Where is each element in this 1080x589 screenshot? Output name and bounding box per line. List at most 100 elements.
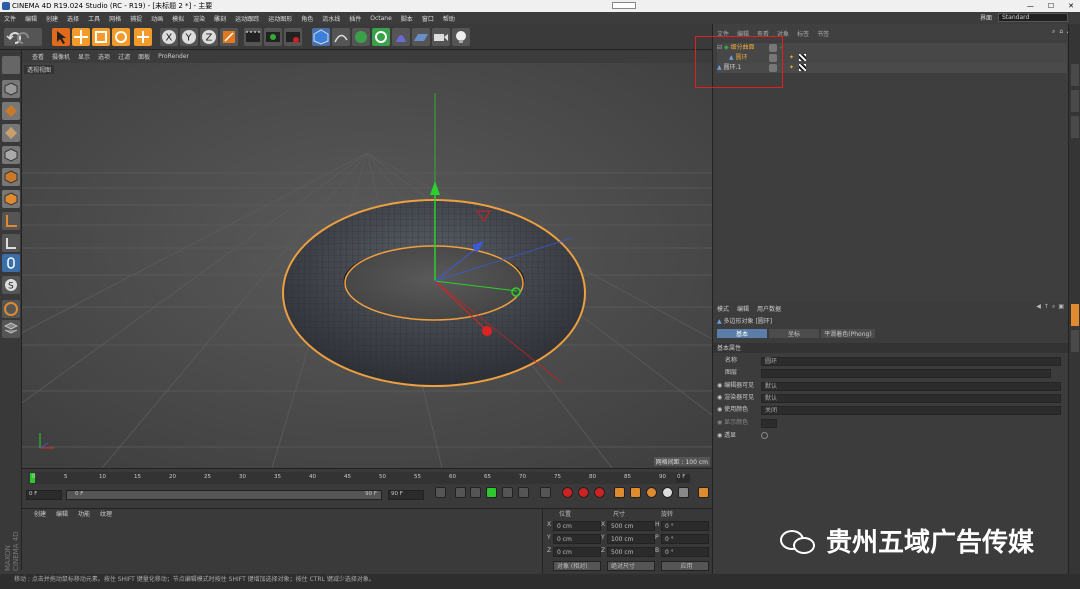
- next-frame-icon[interactable]: [502, 487, 513, 498]
- rot-h-field[interactable]: 0 °: [661, 521, 709, 531]
- spline-pen-icon[interactable]: [332, 28, 350, 46]
- om-tab-tags[interactable]: 标签: [797, 29, 809, 38]
- material-tag-icon[interactable]: [799, 54, 806, 61]
- timeline[interactable]: 0 5 10 15 20 25 30 35 40 45 50 55 60 65 …: [22, 468, 712, 508]
- coord-mode-select[interactable]: 对象 (相对): [553, 561, 601, 571]
- edges-mode-icon[interactable]: [2, 168, 20, 186]
- move-icon[interactable]: [72, 28, 90, 46]
- x-axis-icon[interactable]: X: [160, 28, 178, 46]
- size-x-field[interactable]: 500 cm: [607, 521, 655, 531]
- workplane-icon[interactable]: [2, 124, 20, 142]
- menu-plugins[interactable]: 插件: [349, 14, 361, 23]
- recent-tools-icon[interactable]: [134, 28, 152, 46]
- vp-menu-camera[interactable]: 摄像机: [52, 52, 70, 61]
- mat-tab-function[interactable]: 功能: [78, 509, 90, 518]
- pos-z-field[interactable]: 0 cm: [553, 547, 601, 557]
- radio-icon[interactable]: ◉: [717, 382, 722, 389]
- display-color-swatch[interactable]: [761, 419, 777, 428]
- pos-x-field[interactable]: 0 cm: [553, 521, 601, 531]
- maximize-icon[interactable]: ☐: [1048, 0, 1054, 12]
- side-tab-objects[interactable]: [1071, 64, 1079, 86]
- side-tab-layers[interactable]: [1071, 330, 1079, 352]
- render-settings-icon[interactable]: [284, 28, 302, 46]
- autokey-icon[interactable]: [578, 487, 589, 498]
- menu-edit[interactable]: 编辑: [25, 14, 37, 23]
- range-slider[interactable]: 0 F 90 F: [66, 490, 382, 500]
- enable-axis-icon[interactable]: [2, 212, 20, 230]
- back-arrow-icon[interactable]: ◀: [1036, 303, 1041, 311]
- phong-tag-icon[interactable]: ✦: [789, 53, 794, 63]
- tweak-icon[interactable]: [2, 234, 20, 252]
- menu-snap[interactable]: 捕捉: [130, 14, 142, 23]
- render-to-picture-viewer-icon[interactable]: [264, 28, 282, 46]
- radio-icon[interactable]: ◉: [717, 406, 722, 413]
- vp-menu-display[interactable]: 显示: [78, 52, 90, 61]
- menu-tools[interactable]: 工具: [88, 14, 100, 23]
- z-axis-icon[interactable]: Z: [200, 28, 218, 46]
- om-tab-bookmarks[interactable]: 书签: [817, 29, 829, 38]
- key-pla-icon[interactable]: [678, 487, 689, 498]
- menu-pipeline[interactable]: 流水线: [322, 14, 340, 23]
- attr-tab-edit[interactable]: 编辑: [737, 304, 749, 313]
- snap-icon[interactable]: S: [2, 276, 20, 294]
- layer-field[interactable]: [761, 369, 1051, 378]
- menu-mograph[interactable]: 运动图形: [268, 14, 292, 23]
- points-mode-icon[interactable]: [2, 146, 20, 164]
- menu-motion-tracking[interactable]: 运动跟踪: [235, 14, 259, 23]
- subtab-basic[interactable]: 基本: [717, 329, 767, 338]
- live-selection-icon[interactable]: [52, 28, 70, 46]
- go-to-start-icon[interactable]: [435, 487, 446, 498]
- mat-tab-texture[interactable]: 纹理: [100, 509, 112, 518]
- vp-menu-filter[interactable]: 过滤: [118, 52, 130, 61]
- key-param-icon[interactable]: [662, 487, 673, 498]
- prev-frame-icon[interactable]: [470, 487, 481, 498]
- apply-button[interactable]: 应用: [661, 561, 709, 571]
- menu-mesh[interactable]: 网格: [109, 14, 121, 23]
- subtab-phong[interactable]: 平滑着色(Phong): [821, 329, 875, 338]
- mat-tab-edit[interactable]: 编辑: [56, 509, 68, 518]
- menu-file[interactable]: 文件: [4, 14, 16, 23]
- play-icon[interactable]: [486, 487, 497, 498]
- deformer-icon[interactable]: [392, 28, 410, 46]
- current-frame-field[interactable]: 0 F: [26, 490, 62, 500]
- timeline-ruler[interactable]: [28, 472, 678, 484]
- undo-icon[interactable]: [4, 28, 42, 46]
- record-keys-icon[interactable]: [562, 487, 573, 498]
- phong-tag-icon[interactable]: ✦: [789, 63, 794, 73]
- side-tab-attributes[interactable]: [1071, 304, 1079, 326]
- menu-create[interactable]: 创建: [46, 14, 58, 23]
- search-icon[interactable]: ⌕: [1052, 303, 1055, 311]
- use-color-select[interactable]: 关闭: [761, 406, 1061, 415]
- lock-icon[interactable]: ▣: [1058, 303, 1064, 311]
- layer-icon[interactable]: [2, 320, 20, 338]
- rotate-icon[interactable]: [112, 28, 130, 46]
- name-field[interactable]: 圆环: [761, 357, 1061, 366]
- soft-selection-icon[interactable]: [2, 254, 20, 272]
- side-tab-content[interactable]: [1071, 116, 1079, 138]
- perspective-viewport[interactable]: 透视视图 网格间距 : 100 cm: [22, 63, 712, 468]
- home-icon[interactable]: ⌂: [1059, 28, 1063, 36]
- camera-icon[interactable]: [432, 28, 450, 46]
- polygons-mode-icon[interactable]: [2, 190, 20, 208]
- search-icon[interactable]: ⌕: [1052, 28, 1055, 36]
- menu-octane[interactable]: Octane: [370, 15, 392, 22]
- mat-tab-create[interactable]: 创建: [34, 509, 46, 518]
- cube-icon[interactable]: [312, 28, 330, 46]
- menu-select[interactable]: 选择: [67, 14, 79, 23]
- timeline-settings-icon[interactable]: [698, 487, 709, 498]
- material-tag-icon[interactable]: [799, 64, 806, 71]
- layout-select[interactable]: Standard: [998, 13, 1068, 22]
- attr-tab-userdata[interactable]: 用户数据: [757, 304, 781, 313]
- next-key-icon[interactable]: [518, 487, 529, 498]
- vp-menu-options[interactable]: 选项: [98, 52, 110, 61]
- size-z-field[interactable]: 500 cm: [607, 547, 655, 557]
- size-mode-select[interactable]: 绝对尺寸: [607, 561, 655, 571]
- make-editable-icon[interactable]: [2, 56, 20, 74]
- editor-visible-select[interactable]: 默认: [761, 382, 1061, 391]
- xray-checkbox[interactable]: [761, 432, 768, 439]
- model-mode-icon[interactable]: [2, 80, 20, 98]
- rot-p-field[interactable]: 0 °: [661, 534, 709, 544]
- radio-icon[interactable]: ◉: [717, 432, 722, 439]
- rot-b-field[interactable]: 0 °: [661, 547, 709, 557]
- array-icon[interactable]: [372, 28, 390, 46]
